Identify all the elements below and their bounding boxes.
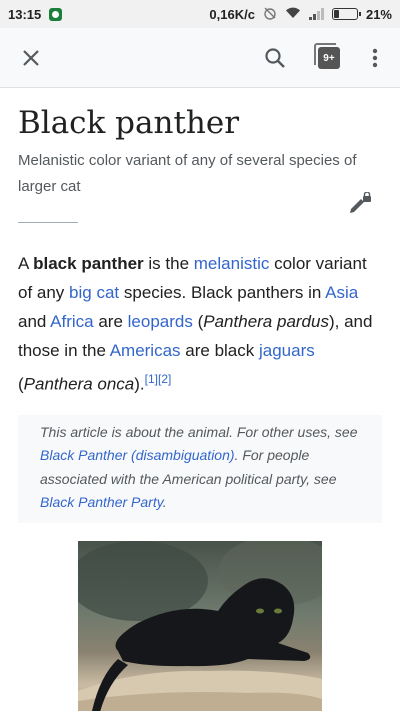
- link-leopards[interactable]: leopards: [128, 312, 193, 331]
- link-disambiguation[interactable]: Black Panther (disambiguation): [40, 447, 235, 463]
- search-button[interactable]: [255, 38, 295, 78]
- link-africa[interactable]: Africa: [50, 312, 93, 331]
- article-description: Melanistic color variant of any of sever…: [18, 152, 357, 195]
- status-time: 13:15: [8, 6, 42, 22]
- title-divider: [18, 222, 78, 223]
- network-speed: 0,16K/c: [209, 6, 255, 22]
- battery-percent: 21%: [365, 6, 392, 22]
- app-toolbar: 9+: [0, 28, 400, 88]
- no-alarm-icon: [263, 6, 277, 23]
- panther-image: [78, 540, 322, 711]
- tab-count: 9+: [323, 52, 335, 64]
- article-content: Black panther Melanistic color variant o…: [18, 88, 382, 711]
- black-panther-photo[interactable]: [78, 540, 322, 711]
- signal-icon: [308, 8, 324, 20]
- tabs-button[interactable]: 9+: [309, 38, 349, 78]
- app-notification-icon: [49, 7, 63, 21]
- search-icon: [265, 48, 285, 68]
- intro-paragraph: A black panther is the melanistic color …: [18, 254, 373, 394]
- tabs-icon: 9+: [314, 43, 340, 69]
- overflow-menu-button[interactable]: [355, 38, 395, 78]
- italic-panthera-pardus: Panthera pardus: [203, 312, 329, 331]
- edit-locked-icon: [350, 191, 371, 213]
- close-button[interactable]: [11, 38, 51, 78]
- more-vert-icon: [372, 48, 378, 68]
- link-jaguars[interactable]: jaguars: [259, 341, 315, 360]
- status-indicators: 0,16K/c 21%: [209, 6, 392, 23]
- status-bar: 13:15 0,16K/c 21%: [0, 0, 400, 28]
- reference-2[interactable]: [2]: [158, 372, 171, 386]
- close-icon: [23, 50, 39, 66]
- link-black-panther-party[interactable]: Black Panther Party: [40, 494, 163, 510]
- edit-button[interactable]: [348, 191, 372, 216]
- link-big-cat[interactable]: big cat: [69, 283, 119, 302]
- wifi-icon: [285, 7, 301, 22]
- link-americas[interactable]: Americas: [110, 341, 181, 360]
- hatnote: This article is about the animal. For ot…: [18, 414, 382, 523]
- bold-term: black panther: [33, 254, 144, 273]
- page-title: Black panther: [18, 105, 240, 141]
- link-melanistic[interactable]: melanistic: [194, 254, 270, 273]
- link-asia[interactable]: Asia: [325, 283, 358, 302]
- italic-panthera-onca: Panthera onca: [23, 374, 135, 394]
- reference-1[interactable]: [1]: [145, 372, 158, 386]
- battery-icon: [331, 8, 361, 20]
